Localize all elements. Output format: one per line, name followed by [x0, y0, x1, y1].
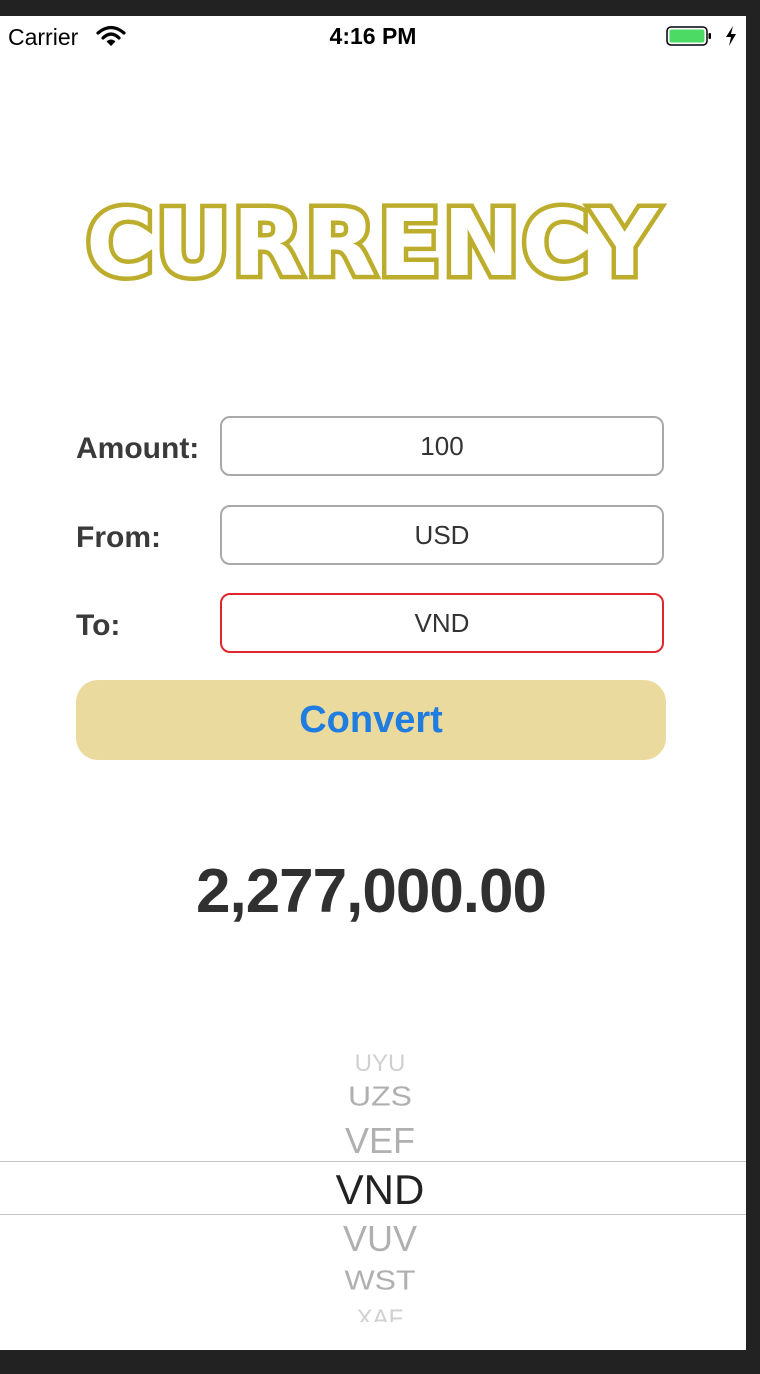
- to-currency-field[interactable]: VND: [220, 593, 664, 653]
- battery-icon: [666, 26, 711, 46]
- from-currency-value: USD: [414, 519, 470, 550]
- app-title: CURRENCY: [82, 186, 663, 302]
- amount-field[interactable]: 100: [220, 416, 664, 476]
- picker-item[interactable]: VEF: [0, 1120, 746, 1162]
- picker-selection-line-bottom: [0, 1214, 746, 1215]
- convert-button[interactable]: Convert: [76, 680, 666, 760]
- amount-value: 100: [420, 430, 464, 461]
- picker-item[interactable]: XAF: [0, 1304, 746, 1322]
- from-currency-field[interactable]: USD: [220, 505, 664, 565]
- picker-item-selected[interactable]: VND: [0, 1166, 746, 1214]
- from-label: From:: [76, 521, 161, 554]
- app-screen: Carrier 4:16 PM CURRENCY Amount: 100 Fro…: [0, 16, 746, 1350]
- picker-item[interactable]: UZS: [0, 1080, 746, 1113]
- amount-label: Amount:: [76, 432, 200, 465]
- picker-item[interactable]: WST: [0, 1264, 746, 1297]
- status-bar: Carrier 4:16 PM: [0, 16, 746, 56]
- conversion-result: 2,277,000.00: [195, 857, 547, 926]
- charging-bolt-icon: [726, 26, 736, 46]
- to-currency-value: VND: [414, 607, 470, 638]
- status-time: 4:16 PM: [329, 23, 417, 49]
- picker-item[interactable]: VUV: [0, 1218, 746, 1260]
- picker-item[interactable]: UYU: [0, 1054, 746, 1074]
- currency-picker[interactable]: UYU UZS VEF VND VUV WST XAF: [0, 1050, 746, 1322]
- to-label: To:: [76, 609, 121, 642]
